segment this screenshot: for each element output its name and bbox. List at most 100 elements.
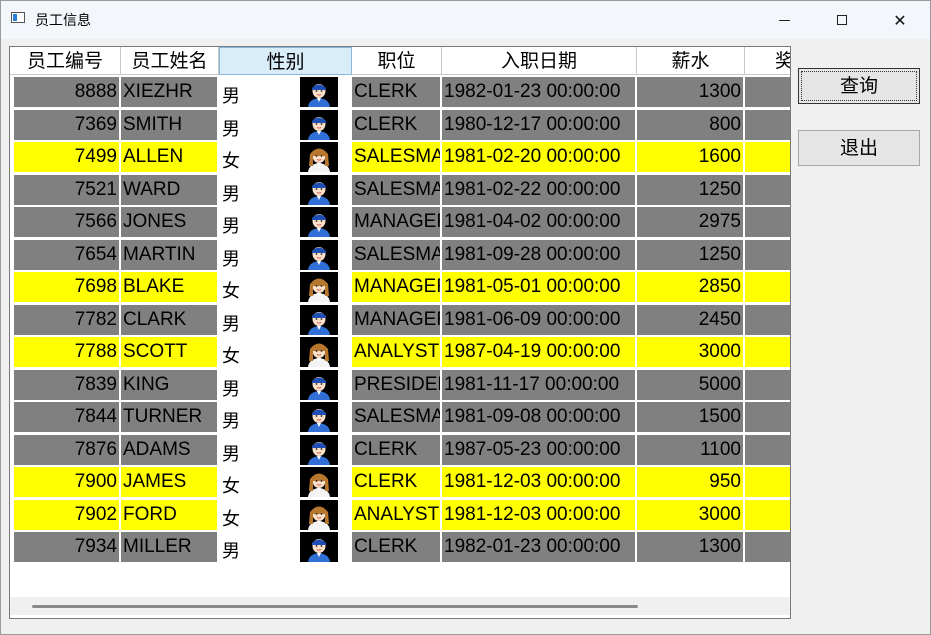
cell-ename[interactable]: WARD [121,174,217,205]
table-row[interactable]: 7369 SMITH CLERK 1980-12-17 00:00:00 800 男 [10,109,790,141]
header-job[interactable]: 职位 [352,47,442,75]
cell-ename[interactable]: MILLER [121,532,217,562]
table-row[interactable]: 7839KING PRESIDENT1981-11-17 00:00:005000… [10,369,790,401]
cell-job[interactable]: CLERK [352,434,440,465]
cell-job[interactable]: CLERK [352,532,440,562]
cell-hiredate[interactable]: 1982-01-23 00:00:00 [442,532,635,562]
cell-hiredate[interactable]: 1981-02-22 00:00:00 [442,174,635,205]
table-row[interactable]: 7521 WARD SALESMA 1981-02-22 00:00:00 1250 男 [10,174,790,206]
cell-bonus[interactable] [745,532,790,562]
table-row[interactable]: 7566JONES MANAGER1981-04-02 00:00:002975 男 [10,206,790,238]
cell-sal[interactable]: 5000 [637,369,743,400]
cell-ename[interactable]: SCOTT [121,337,217,367]
cell-empno[interactable]: 7654 [14,239,119,270]
cell-empno[interactable]: 7521 [14,174,119,205]
table-row[interactable]: 7902 FORD ANALYST 1981-12-03 00:00:00 3000 女 [10,499,790,531]
cell-bonus[interactable] [745,402,790,432]
cell-empno[interactable]: 7369 [14,109,119,140]
cell-sal[interactable]: 1100 [637,434,743,465]
cell-hiredate[interactable]: 1981-09-08 00:00:00 [442,402,635,432]
cell-sex[interactable]: 男 [219,109,352,140]
cell-empno[interactable]: 7566 [14,207,119,237]
cell-hiredate[interactable]: 1981-09-28 00:00:00 [442,239,635,270]
cell-ename[interactable]: JAMES [121,467,217,497]
cell-job[interactable]: CLERK [352,109,440,140]
cell-job[interactable]: MANAGER [352,272,440,302]
table-row[interactable]: 7900 JAMES CLERK 1981-12-03 00:00:00 950 女 [10,466,790,498]
cell-bonus[interactable] [745,467,790,497]
cell-sal[interactable]: 1250 [637,174,743,205]
cell-sex[interactable]: 男 [219,304,352,335]
cell-job[interactable]: ANALYST [352,337,440,367]
header-ename[interactable]: 员工姓名 [121,47,219,75]
cell-hiredate[interactable]: 1982-01-23 00:00:00 [442,77,635,107]
cell-sal[interactable]: 1250 [637,239,743,270]
cell-bonus[interactable] [745,207,790,237]
cell-empno[interactable]: 7934 [14,532,119,562]
cell-job[interactable]: SALESMA [352,239,440,270]
table-row[interactable]: 7844 TURNER SALESMA 1981-09-08 00:00:00 1500… [10,401,790,433]
cell-sex[interactable]: 女 [219,272,352,302]
cell-empno[interactable]: 7844 [14,402,119,432]
cell-hiredate[interactable]: 1987-04-19 00:00:00 [442,337,635,367]
cell-ename[interactable]: BLAKE [121,272,217,302]
cell-job[interactable]: SALESMA [352,174,440,205]
cell-sal[interactable]: 2850 [637,272,743,302]
cell-bonus[interactable] [745,109,790,140]
table-row[interactable]: 7788 SCOTT ANALYST 1987-04-19 00:00:00 3000 女 [10,336,790,368]
cell-hiredate[interactable]: 1981-02-20 00:00:00 [442,142,635,172]
table-row[interactable]: 7654 MARTIN SALESMA 1981-09-28 00:00:00 1250… [10,239,790,271]
cell-bonus[interactable] [745,499,790,530]
header-sal[interactable]: 薪水 [637,47,745,75]
cell-sal[interactable]: 800 [637,109,743,140]
cell-sex[interactable]: 男 [219,207,352,237]
cell-bonus[interactable] [745,272,790,302]
cell-hiredate[interactable]: 1987-05-23 00:00:00 [442,434,635,465]
cell-ename[interactable]: JONES [121,207,217,237]
cell-empno[interactable]: 7782 [14,304,119,335]
cell-hiredate[interactable]: 1981-11-17 00:00:00 [442,369,635,400]
cell-sex[interactable]: 女 [219,467,352,497]
cell-job[interactable]: CLERK [352,77,440,107]
cell-bonus[interactable] [745,337,790,367]
cell-hiredate[interactable]: 1981-06-09 00:00:00 [442,304,635,335]
cell-sex[interactable]: 男 [219,77,352,107]
cell-bonus[interactable] [745,142,790,172]
cell-sex[interactable]: 女 [219,142,352,172]
header-hiredate[interactable]: 入职日期 [442,47,637,75]
cell-ename[interactable]: XIEZHR [121,77,217,107]
cell-job[interactable]: CLERK [352,467,440,497]
cell-sex[interactable]: 男 [219,434,352,465]
cell-ename[interactable]: ALLEN [121,142,217,172]
cell-sex[interactable]: 女 [219,499,352,530]
cell-ename[interactable]: SMITH [121,109,217,140]
cell-ename[interactable]: FORD [121,499,217,530]
header-bonus[interactable]: 奖 [745,47,790,75]
cell-hiredate[interactable]: 1980-12-17 00:00:00 [442,109,635,140]
cell-empno[interactable]: 7902 [14,499,119,530]
cell-sal[interactable]: 2975 [637,207,743,237]
cell-bonus[interactable] [745,174,790,205]
close-button[interactable]: ✕ [872,1,928,39]
horizontal-scrollbar[interactable] [10,597,790,615]
minimize-button[interactable] [756,1,812,39]
cell-empno[interactable]: 7499 [14,142,119,172]
exit-button[interactable]: 退出 [798,130,920,166]
table-row[interactable]: 7876 ADAMS CLERK 1987-05-23 00:00:00 1100 男 [10,434,790,466]
cell-sal[interactable]: 1600 [637,142,743,172]
cell-bonus[interactable] [745,77,790,107]
cell-ename[interactable]: ADAMS [121,434,217,465]
cell-job[interactable]: MANAGER [352,304,440,335]
cell-hiredate[interactable]: 1981-12-03 00:00:00 [442,467,635,497]
cell-bonus[interactable] [745,304,790,335]
cell-sex[interactable]: 女 [219,337,352,367]
cell-sex[interactable]: 男 [219,369,352,400]
cell-job[interactable]: PRESIDENT [352,369,440,400]
cell-sal[interactable]: 1300 [637,77,743,107]
cell-sal[interactable]: 2450 [637,304,743,335]
table-row[interactable]: 7698BLAKE MANAGER1981-05-01 00:00:002850 女 [10,271,790,303]
scrollbar-thumb[interactable] [32,605,638,608]
employee-data-grid[interactable]: 员工编号 员工姓名 性别 职位 入职日期 薪水 奖 8888XIEZHR CLER… [9,46,791,619]
cell-job[interactable]: SALESMA [352,402,440,432]
query-button[interactable]: 查询 [798,68,920,104]
